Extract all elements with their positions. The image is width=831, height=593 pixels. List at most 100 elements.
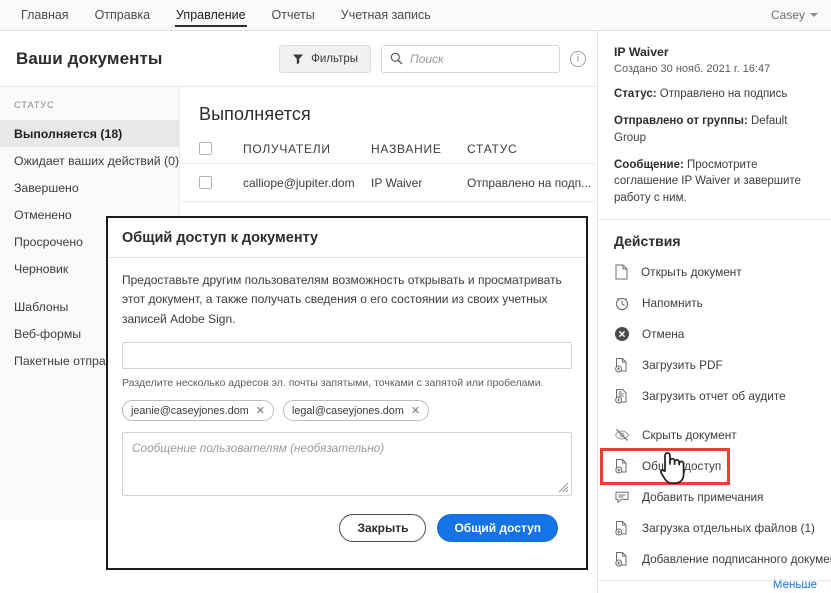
sidebar-item-label: Черновик: [14, 261, 69, 276]
chevron-down-icon: [810, 13, 818, 17]
dialog-body: Предоставьте другим пользователям возмож…: [108, 258, 586, 543]
nav-item-manage[interactable]: Управление: [163, 0, 259, 30]
email-recipients-input[interactable]: [122, 342, 572, 370]
actions-title: Действия: [614, 232, 681, 249]
nav-item-account[interactable]: Учетная запись: [328, 0, 444, 30]
document-details-panel: IP Waiver Создано 30 нояб. 2021 г. 16:47…: [597, 31, 831, 593]
sidebar-item-label: Веб-формы: [14, 326, 82, 341]
info-glyph: i: [576, 53, 580, 64]
show-less-link[interactable]: Меньше: [598, 575, 831, 591]
nav-item-send[interactable]: Отправка: [82, 0, 163, 30]
select-all-cell: [199, 142, 243, 155]
message-textarea[interactable]: Сообщение пользователям (необязательно): [122, 432, 572, 497]
sidebar-item-in-progress[interactable]: Выполняется (18): [0, 120, 179, 147]
action-label: Загрузить PDF: [642, 358, 723, 373]
action-cancel[interactable]: Отмена: [598, 319, 831, 350]
eye-hidden-icon: [614, 427, 630, 443]
column-header-status[interactable]: СТАТУС: [467, 142, 596, 156]
document-group-field: Отправлено от группы: Default Group: [614, 113, 815, 146]
user-menu-label: Casey: [770, 8, 805, 22]
search-icon: [390, 52, 403, 65]
filters-button[interactable]: Фильтры: [279, 44, 371, 73]
download-pdf-icon: [614, 357, 630, 373]
sidebar-item-completed[interactable]: Завершено: [0, 174, 179, 201]
nav-item-label: Учетная запись: [340, 8, 431, 22]
action-label: Добавление подписанного документа: [642, 552, 831, 567]
note-icon: [614, 489, 630, 505]
header-tools: Фильтры Поиск i: [279, 44, 596, 73]
document-message-label: Сообщение:: [614, 158, 684, 171]
action-remind[interactable]: Напомнить: [598, 288, 831, 319]
sidebar-item-label: Ожидает ваших действий (0): [14, 153, 180, 168]
dialog-title: Общий доступ к документу: [108, 218, 586, 258]
document-info-section: IP Waiver Создано 30 нояб. 2021 г. 16:47…: [598, 31, 831, 220]
action-download-individual-files[interactable]: Загрузка отдельных файлов (1): [598, 513, 831, 544]
email-chip[interactable]: legal@caseyjones.dom ✕: [283, 400, 430, 422]
user-menu[interactable]: Casey: [758, 0, 831, 30]
cell-name: IP Waiver: [371, 175, 423, 190]
action-label: Общий доступ: [642, 459, 722, 474]
panel-bottom-divider: [598, 580, 831, 581]
page-header: Ваши документы Фильтры Поиск i: [0, 31, 596, 87]
document-status-value: Отправлено на подпись: [659, 88, 788, 100]
message-placeholder: Сообщение пользователям (необязательно): [132, 441, 385, 456]
sidebar-item-label: Отменено: [14, 207, 72, 222]
cell-status: Отправлено на подп...: [467, 175, 592, 190]
sidebar-item-label: Завершено: [14, 180, 79, 195]
action-add-notes[interactable]: Добавить примечания: [598, 482, 831, 513]
share-document-icon: [614, 458, 630, 474]
column-header-name[interactable]: НАЗВАНИЕ: [371, 142, 467, 156]
nav-item-reports[interactable]: Отчеты: [259, 0, 328, 30]
audit-report-icon: [614, 388, 630, 404]
table-row[interactable]: calliope@jupiter.dom IP Waiver Отправлен…: [180, 164, 596, 202]
action-label: Напомнить: [642, 296, 703, 311]
list-title: Выполняется: [199, 104, 311, 124]
action-label: Добавить примечания: [642, 490, 764, 505]
nav-item-label: Главная: [21, 8, 69, 22]
filters-button-label: Фильтры: [311, 52, 358, 65]
column-header-recipients[interactable]: ПОЛУЧАТЕЛИ: [243, 142, 371, 156]
app-root: Главная Отправка Управление Отчеты Учетн…: [0, 0, 831, 593]
nav-item-home[interactable]: Главная: [8, 0, 82, 30]
download-files-icon: [614, 520, 630, 536]
info-icon[interactable]: i: [570, 50, 586, 67]
nav-item-label: Управление: [176, 8, 246, 22]
cancel-circle-icon: [614, 326, 630, 342]
email-chip-label: jeanie@caseyjones.dom: [131, 404, 249, 417]
close-icon[interactable]: ✕: [256, 404, 265, 417]
email-chip-label: legal@caseyjones.dom: [292, 404, 404, 417]
share-button[interactable]: Общий доступ: [437, 514, 558, 543]
dialog-description: Предоставьте другим пользователям возмож…: [122, 273, 562, 326]
document-status-field: Статус: Отправлено на подпись: [614, 86, 815, 102]
actions-list: Открыть документ Напомнить Отмена Загруз…: [598, 255, 831, 575]
sidebar-item-label: Пакетные отправк: [14, 353, 118, 368]
action-label: Загрузка отдельных файлов (1): [642, 521, 815, 536]
search-placeholder: Поиск: [410, 51, 444, 66]
row-checkbox[interactable]: [199, 176, 212, 189]
alarm-clock-icon: [614, 295, 630, 311]
close-icon[interactable]: ✕: [411, 404, 420, 417]
nav-item-label: Отчеты: [271, 8, 315, 22]
action-open-document[interactable]: Открыть документ: [598, 257, 831, 288]
document-status-label: Статус:: [614, 88, 657, 100]
dialog-footer: Закрыть Общий доступ: [122, 496, 572, 543]
share-document-dialog: Общий доступ к документу Предоставьте др…: [106, 216, 588, 570]
action-add-signed-document[interactable]: Добавление подписанного документа: [598, 544, 831, 575]
action-hide-document[interactable]: Скрыть документ: [598, 420, 831, 451]
action-share-document[interactable]: Общий доступ: [600, 447, 730, 485]
action-download-pdf[interactable]: Загрузить PDF: [598, 350, 831, 381]
select-all-checkbox[interactable]: [199, 142, 212, 155]
email-chip[interactable]: jeanie@caseyjones.dom ✕: [122, 400, 275, 422]
action-label: Отмена: [642, 327, 685, 342]
cell-recipients: calliope@jupiter.dom: [243, 175, 355, 190]
email-chips-list: jeanie@caseyjones.dom ✕ legal@caseyjones…: [122, 400, 572, 422]
sidebar-item-label: Шаблоны: [14, 299, 69, 314]
resize-grip-icon[interactable]: [558, 482, 569, 493]
action-download-audit-report[interactable]: Загрузить отчет об аудите: [598, 381, 831, 412]
search-input[interactable]: Поиск: [381, 44, 560, 73]
close-button[interactable]: Закрыть: [339, 514, 427, 543]
page-title: Ваши документы: [16, 48, 163, 68]
document-icon: [614, 264, 629, 280]
sidebar-item-waiting-for-you[interactable]: Ожидает ваших действий (0): [0, 147, 179, 174]
